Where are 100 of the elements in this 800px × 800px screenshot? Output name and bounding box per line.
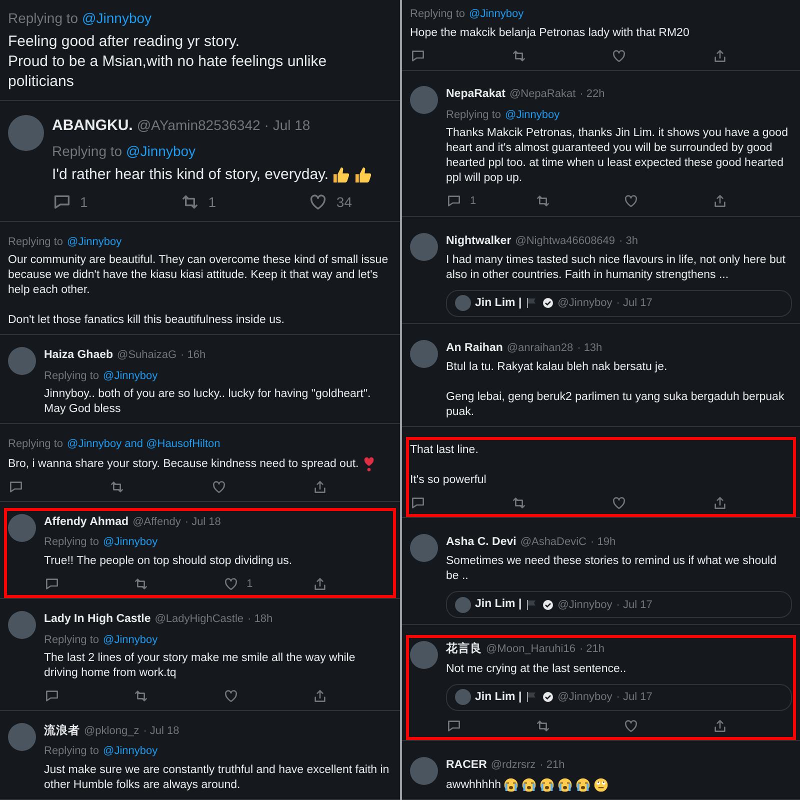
tweet-text: That last line. It's so powerful xyxy=(410,443,486,488)
timestamp: · 13h xyxy=(577,340,602,356)
timestamp: · 3h xyxy=(619,234,638,249)
user-name[interactable]: NepaRakat xyxy=(446,86,506,104)
timestamp: · 21h xyxy=(579,642,605,658)
user-handle[interactable]: @rdzrsrz xyxy=(490,756,536,774)
quoted-tweet-card[interactable]: Jin Lim | @Jinnyboy · Jul 17 xyxy=(446,591,792,618)
avatar xyxy=(410,232,438,261)
user-name[interactable]: An Raihan xyxy=(446,340,503,358)
retweet-icon xyxy=(133,576,150,592)
tweet-text: awwhhhhh xyxy=(446,778,501,793)
user-handle[interactable]: @anraihan28 xyxy=(506,340,574,356)
share-icon xyxy=(712,48,728,64)
replying-label: Replying to xyxy=(8,437,64,452)
retweet-icon xyxy=(534,193,551,210)
retweet-button[interactable]: 1 xyxy=(180,192,220,213)
user-name[interactable]: Nightwalker xyxy=(446,232,512,250)
reply-icon xyxy=(446,193,462,210)
flag-icon xyxy=(526,598,538,611)
tweet-text: Bro, i wanna share your story. Because kindness need to spread out. xyxy=(8,456,359,472)
mention-link[interactable]: @Jinnyboy xyxy=(67,234,122,250)
avatar xyxy=(410,641,438,670)
replying-label: Replying to xyxy=(44,535,100,550)
avatar xyxy=(455,295,471,312)
user-name[interactable]: 流浪者 xyxy=(44,723,80,740)
crying-face-icon xyxy=(538,776,555,793)
user-handle[interactable]: @Moon_Haruhi16 xyxy=(486,641,576,658)
tweet-text: Jinnyboy.. both of you are so lucky.. lucky for having "goldheart". May God bless xyxy=(44,387,372,418)
mention-link[interactable]: @Jinnyboy xyxy=(103,632,158,648)
user-name[interactable]: Haiza Ghaeb xyxy=(44,347,114,365)
user-name: Jin Lim | xyxy=(475,690,522,705)
share-icon xyxy=(312,478,328,495)
share-icon xyxy=(712,193,728,210)
user-name[interactable]: 花言良 xyxy=(446,641,482,659)
tweet-text: Feeling good after reading yr story. Proud to be a Msian,with no hate feelings unlike politicians xyxy=(8,32,328,92)
heart-icon xyxy=(222,576,239,592)
user-handle[interactable]: @LadyHighCastle xyxy=(154,611,244,628)
timestamp: · Jul 17 xyxy=(616,690,652,705)
tweet-text: True!! The people on top should stop dividing us. xyxy=(44,554,292,569)
user-handle[interactable]: @NepaRakat xyxy=(509,86,576,103)
heart-icon xyxy=(210,478,227,495)
flag-icon xyxy=(526,691,538,704)
quoted-tweet-card[interactable]: Jin Lim | @Jinnyboy · Jul 17 xyxy=(446,290,792,318)
share-icon xyxy=(712,495,728,512)
replying-label: Replying to xyxy=(52,142,122,161)
crying-face-icon xyxy=(520,776,537,793)
mention-link[interactable]: @Jinnyboy xyxy=(126,140,196,162)
quoted-tweet-card[interactable]: Jin Lim | @Jinnyboy · Jul 17 xyxy=(446,684,792,711)
avatar xyxy=(455,596,471,613)
tweet-text: Our community are beautiful. They can overcome these kind of small issue because we didn't have the kiasu kiasi attitude. Keep it that way and let's help each other. Don't let those fanatics kill this beautifulness inside us. xyxy=(8,253,390,328)
avatar xyxy=(455,689,471,706)
mention-link[interactable]: @Jinnyboy xyxy=(103,743,158,760)
reply-icon xyxy=(410,48,426,64)
tweet-text: I had many times tasted such nice flavours in life, not only here but also in other countries. Faith in humanity strengthens ... xyxy=(446,252,786,283)
heart-icon xyxy=(623,193,640,210)
user-name[interactable]: ABANGKU. xyxy=(52,115,133,138)
user-handle[interactable]: @AshaDeviC xyxy=(520,534,587,550)
mention-link[interactable]: @Jinnyboy and @HausofHilton xyxy=(67,436,220,453)
user-name[interactable]: Asha C. Devi xyxy=(446,534,516,552)
retweet-icon xyxy=(133,688,150,704)
user-handle[interactable]: @Affendy xyxy=(132,514,181,530)
mention-link[interactable]: @Jinnyboy xyxy=(505,106,560,124)
user-handle[interactable]: @AYamin82536342 xyxy=(136,115,260,136)
mention-link[interactable]: @Jinnyboy xyxy=(469,6,524,22)
user-handle: @Jinnyboy xyxy=(558,598,612,613)
mention-link[interactable]: @Jinnyboy xyxy=(103,368,158,384)
reply-icon xyxy=(446,718,462,734)
user-name[interactable]: Affendy Ahmad xyxy=(44,514,129,532)
retweet-icon xyxy=(510,48,527,64)
heart-icon xyxy=(222,688,239,704)
reply-button[interactable]: 1 xyxy=(52,192,92,213)
avatar xyxy=(410,534,438,562)
user-name[interactable]: RACER xyxy=(446,756,487,774)
mention-link[interactable]: @Jinnyboy xyxy=(103,534,158,551)
user-handle[interactable]: @Nightwa46608649 xyxy=(515,232,616,250)
user-handle[interactable]: @pklong_z xyxy=(84,723,140,740)
user-handle[interactable]: @SuhaizaG xyxy=(117,347,177,364)
retweet-icon xyxy=(510,495,527,512)
timestamp: · 18h xyxy=(248,612,273,628)
share-icon xyxy=(312,688,328,704)
replying-label: Replying to xyxy=(410,7,466,22)
replying-label: Replying to xyxy=(8,234,64,250)
avatar xyxy=(8,611,36,640)
timestamp: · 19h xyxy=(590,534,616,550)
heart-icon xyxy=(623,718,640,734)
mention-link[interactable]: @Jinnyboy xyxy=(82,8,152,29)
reply-icon xyxy=(410,495,426,512)
reply-button[interactable]: 1 xyxy=(446,193,486,210)
like-button[interactable]: 34 xyxy=(308,192,352,213)
timestamp: · Jul 18 xyxy=(184,514,221,530)
tweet-text: Not me crying at the last sentence.. xyxy=(446,662,626,677)
crying-face-icon xyxy=(556,776,573,793)
avatar xyxy=(8,347,36,376)
eye-roll-face-icon xyxy=(592,776,609,793)
avatar xyxy=(410,340,438,368)
tweet-text: Hope the makcik belanja Petronas lady with that RM20 xyxy=(410,26,690,40)
reply-icon xyxy=(8,478,24,495)
user-name[interactable]: Lady In High Castle xyxy=(44,611,151,629)
like-button[interactable]: 1 xyxy=(222,576,263,592)
tweet-text: The last 2 lines of your story make me smile all the way while driving home from work.tq xyxy=(44,651,356,682)
